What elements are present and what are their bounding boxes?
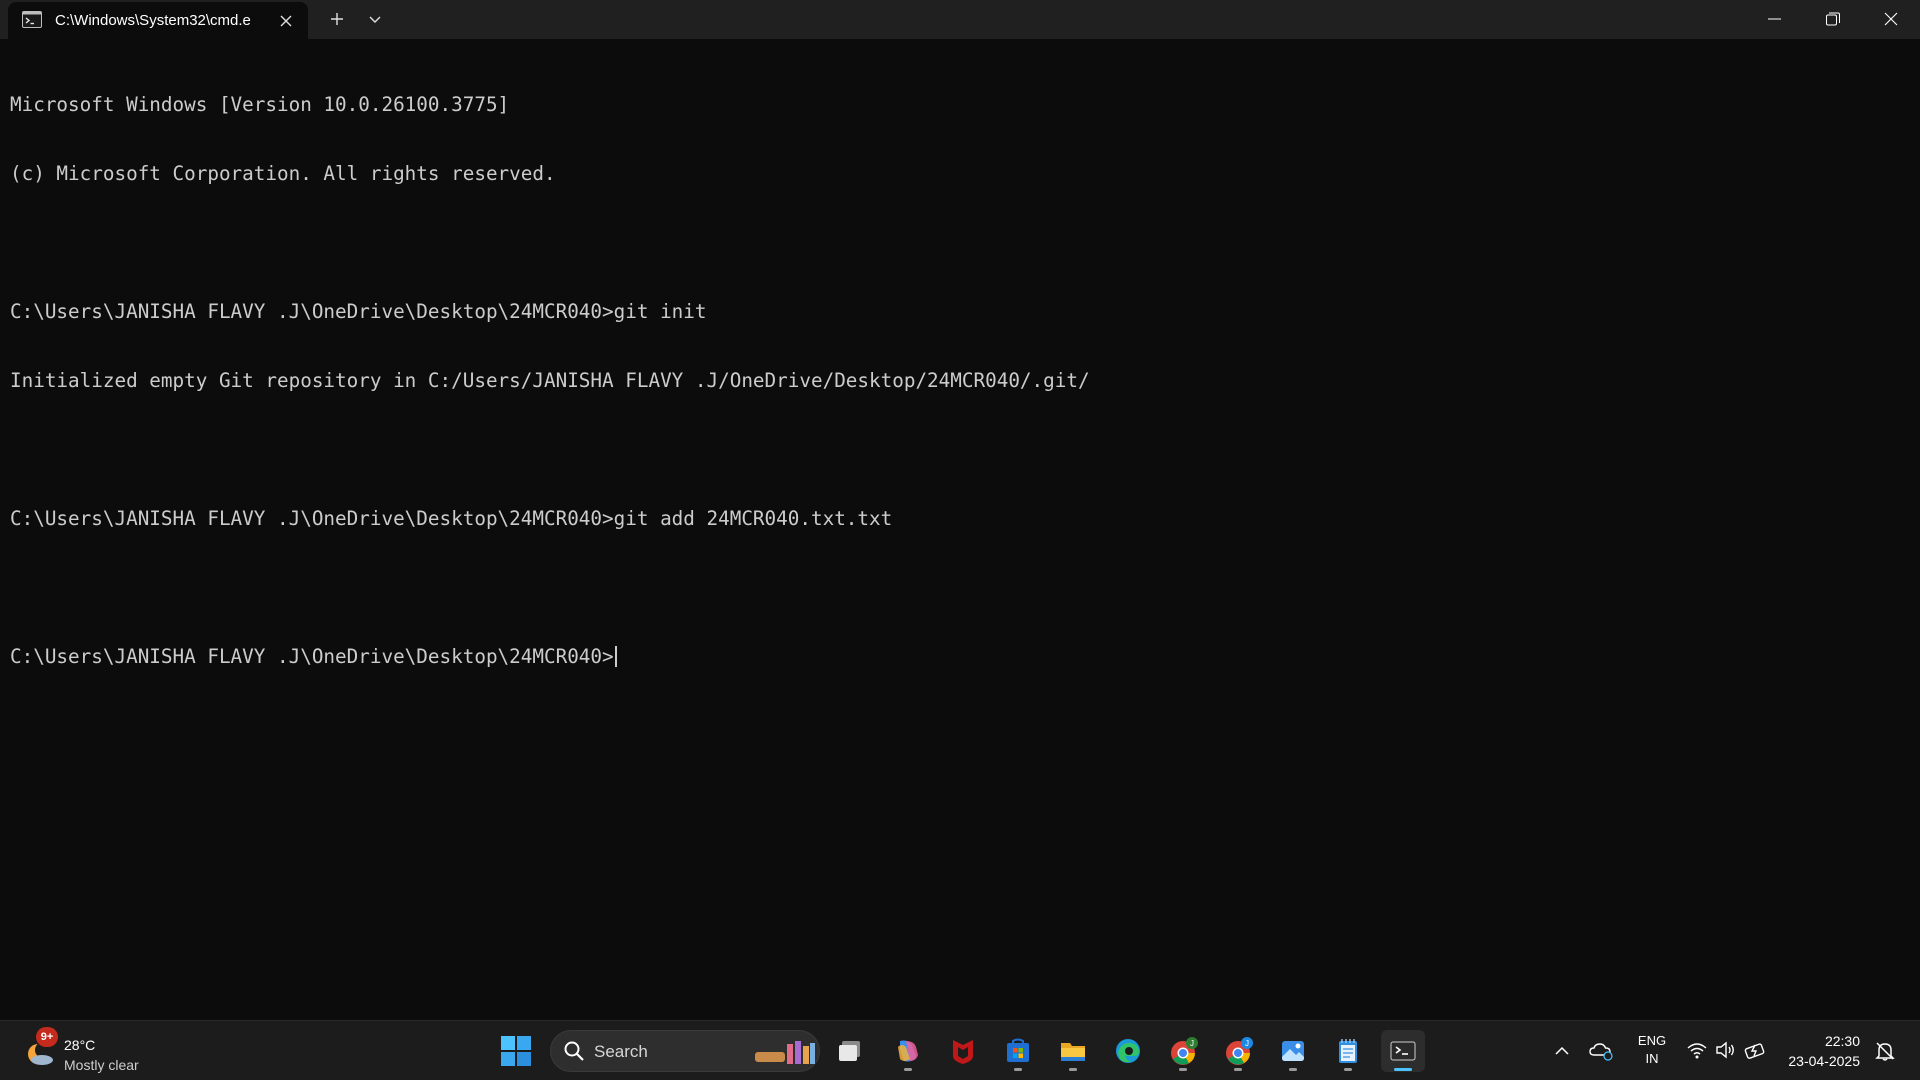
region-code: IN xyxy=(1645,1051,1659,1066)
terminal-line: Microsoft Windows [Version 10.0.26100.37… xyxy=(10,93,510,116)
terminal-icon xyxy=(22,11,42,28)
task-view-button[interactable] xyxy=(828,1030,872,1072)
notepad-button[interactable] xyxy=(1326,1030,1370,1072)
microsoft-store-icon xyxy=(1007,1038,1029,1062)
search-highlight-icon xyxy=(755,1041,815,1064)
tab-title: C:\Windows\System32\cmd.e xyxy=(55,12,251,29)
photos-button[interactable] xyxy=(1271,1030,1315,1072)
terminal-icon xyxy=(1390,1041,1416,1061)
mcafee-icon xyxy=(953,1040,973,1064)
battery-charging-icon[interactable] xyxy=(1744,1039,1768,1061)
minimize-icon xyxy=(1768,18,1781,20)
svg-text:J: J xyxy=(1245,1039,1249,1048)
chrome-profile-2-button[interactable]: J xyxy=(1216,1030,1260,1072)
onedrive-icon[interactable] xyxy=(1588,1039,1614,1061)
close-tab-icon[interactable] xyxy=(276,11,296,31)
restore-icon xyxy=(1826,12,1840,26)
clock-time: 22:30 xyxy=(1824,1033,1860,1049)
notepad-icon xyxy=(1339,1039,1357,1063)
volume-icon[interactable] xyxy=(1714,1039,1736,1061)
tab-dropdown-button[interactable] xyxy=(361,8,389,30)
running-indicator xyxy=(1069,1068,1077,1071)
edge-button[interactable] xyxy=(1106,1030,1150,1072)
microsoft-store-button[interactable] xyxy=(996,1030,1040,1072)
new-tab-button[interactable] xyxy=(323,8,351,30)
terminal-tab[interactable]: C:\Windows\System32\cmd.e xyxy=(8,2,308,39)
task-view-icon xyxy=(839,1041,860,1061)
restore-button[interactable] xyxy=(1804,0,1862,38)
running-indicator xyxy=(1179,1068,1187,1071)
weather-temperature: 28°C xyxy=(64,1037,96,1053)
start-button[interactable] xyxy=(498,1033,534,1069)
wifi-icon[interactable] xyxy=(1686,1039,1708,1061)
notification-bell-icon[interactable] xyxy=(1874,1040,1896,1062)
weather-condition: Mostly clear xyxy=(64,1057,139,1073)
current-prompt-line[interactable]: C:\Users\JANISHA FLAVY .J\OneDrive\Deskt… xyxy=(10,645,1900,668)
terminal-button[interactable] xyxy=(1381,1030,1425,1072)
clock[interactable]: 22:30 23-04-2025 xyxy=(1780,1031,1860,1071)
clock-date: 23-04-2025 xyxy=(1788,1053,1860,1069)
active-indicator xyxy=(1394,1068,1412,1071)
chrome-profile-j-button[interactable]: J xyxy=(1161,1030,1205,1072)
terminal-line: C:\Users\JANISHA FLAVY .J\OneDrive\Deskt… xyxy=(10,507,893,530)
photos-icon xyxy=(1282,1041,1304,1061)
terminal-output[interactable]: Microsoft Windows [Version 10.0.26100.37… xyxy=(10,47,1900,1007)
taskbar: 9+ 28°C Mostly clear Search J J ENG IN 2… xyxy=(0,1020,1920,1080)
search-label: Search xyxy=(594,1042,648,1061)
chrome-profile-j-icon: J xyxy=(1171,1037,1198,1065)
close-icon xyxy=(1884,12,1898,26)
copilot-icon xyxy=(898,1040,918,1062)
notification-badge: 9+ xyxy=(36,1027,58,1047)
terminal-line: (c) Microsoft Corporation. All rights re… xyxy=(10,162,556,185)
taskbar-search[interactable]: Search xyxy=(550,1030,820,1072)
running-indicator xyxy=(1234,1068,1242,1071)
title-bar: C:\Windows\System32\cmd.e xyxy=(0,0,1920,39)
search-icon xyxy=(564,1041,584,1061)
weather-widget[interactable]: 9+ 28°C Mostly clear xyxy=(20,1027,180,1075)
prompt: C:\Users\JANISHA FLAVY .J\OneDrive\Deskt… xyxy=(10,645,614,668)
chevron-up-icon[interactable] xyxy=(1550,1040,1574,1062)
chrome-profile-2-icon: J xyxy=(1226,1037,1253,1065)
mcafee-button[interactable] xyxy=(941,1030,985,1072)
terminal-line: C:\Users\JANISHA FLAVY .J\OneDrive\Deskt… xyxy=(10,300,707,323)
file-explorer-icon xyxy=(1061,1043,1085,1061)
text-cursor xyxy=(614,646,617,667)
running-indicator xyxy=(1289,1068,1297,1071)
svg-text:J: J xyxy=(1190,1039,1194,1048)
copilot-button[interactable] xyxy=(886,1030,930,1072)
edge-icon xyxy=(1116,1039,1140,1063)
terminal-line: Initialized empty Git repository in C:/U… xyxy=(10,369,1090,392)
language-code: ENG xyxy=(1637,1033,1667,1048)
minimize-button[interactable] xyxy=(1746,0,1804,38)
running-indicator xyxy=(1014,1068,1022,1071)
running-indicator xyxy=(904,1068,912,1071)
running-indicator xyxy=(1344,1068,1352,1071)
language-indicator[interactable]: ENG IN xyxy=(1630,1032,1674,1068)
file-explorer-button[interactable] xyxy=(1051,1030,1095,1072)
close-window-button[interactable] xyxy=(1862,0,1920,38)
